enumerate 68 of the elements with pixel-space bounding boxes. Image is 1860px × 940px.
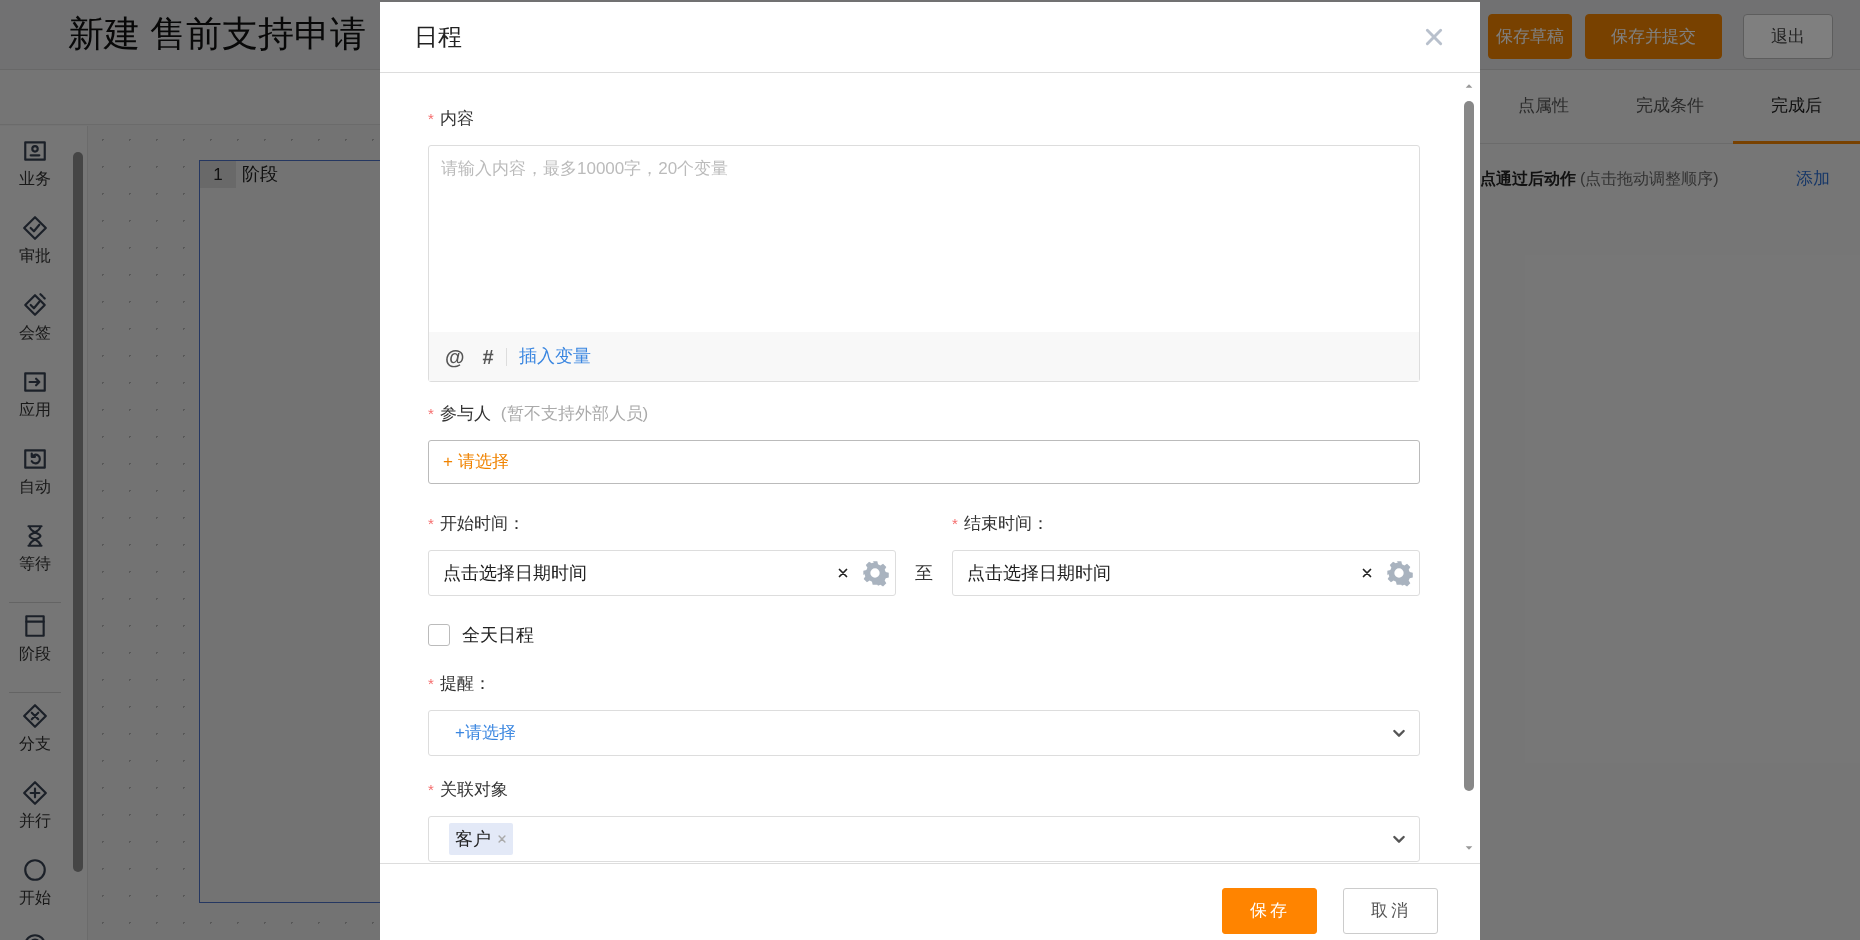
tool-label[interactable]: 分支 (19, 733, 51, 755)
tab[interactable]: 完成条件 (1606, 70, 1734, 144)
required-mark: * (428, 403, 434, 424)
reminder-select[interactable]: +请选择 (428, 710, 1420, 756)
field-label: 参与人 (439, 403, 491, 426)
datetime-field[interactable]: 点击选择日期时间 (428, 550, 896, 596)
save-button[interactable]: 保存草稿 (1488, 14, 1572, 59)
range-separator: 至 (914, 562, 934, 585)
arrow-box-icon (22, 369, 48, 395)
content-editor[interactable]: 请输入内容，最多10000字，20个变量 @ # 插入变量 (428, 145, 1420, 382)
diamond-check-icon (22, 292, 48, 318)
diamond-check-icon (22, 215, 48, 241)
id-card-icon (22, 138, 48, 164)
field-label: 开始时间： (439, 513, 525, 536)
add-link[interactable]: 添加 (1796, 166, 1830, 192)
required-mark: * (428, 108, 434, 129)
panel-icon (22, 613, 48, 639)
related-object-select[interactable]: 客户 (428, 816, 1420, 862)
scrollbar-thumb[interactable] (1464, 101, 1474, 791)
required-mark: * (428, 673, 434, 694)
field-label: 关联对象 (439, 779, 508, 802)
field-hint: (暂不支持外部人员) (500, 403, 649, 426)
remove-icon (497, 834, 507, 844)
tool-label[interactable]: 会签 (19, 322, 51, 344)
save-button[interactable]: 保存并提交 (1585, 14, 1722, 59)
tool-label[interactable]: 并行 (19, 810, 51, 832)
clear-icon (1361, 567, 1373, 579)
checkbox[interactable] (428, 624, 450, 646)
field-label: 内容 (439, 108, 474, 131)
scrollbar-thumb[interactable] (73, 152, 83, 872)
tab[interactable]: 点属性 (1480, 70, 1607, 144)
tool-label[interactable]: 等待 (19, 553, 51, 575)
circle-icon (22, 857, 48, 883)
tab[interactable]: 完成后 (1733, 70, 1860, 144)
field-label: 提醒： (439, 673, 491, 696)
participant-picker[interactable]: + 请选择 (428, 440, 1420, 484)
format-button[interactable]: @ (445, 341, 465, 372)
diamond-x-icon (22, 703, 48, 729)
tool-label[interactable]: 审批 (19, 245, 51, 267)
diamond-plus-icon (22, 780, 48, 806)
stage-label: 阶段 (242, 163, 278, 186)
tool-label[interactable]: 自动 (19, 476, 51, 498)
exit-button[interactable]: 退出 (1743, 14, 1833, 59)
stage-number: 1 (200, 161, 236, 188)
field-label: 结束时间： (963, 513, 1049, 536)
gear-icon (1385, 559, 1413, 587)
checkbox-label: 全天日程 (462, 623, 534, 647)
section-title: 点通过后动作 (1480, 169, 1576, 189)
cancel-button[interactable]: 取消 (1343, 888, 1438, 934)
tool-label[interactable]: 业务 (19, 168, 51, 190)
tag[interactable]: 客户 (449, 823, 513, 855)
section-hint: (点击拖动调整顺序) (1580, 169, 1719, 189)
required-mark: * (428, 779, 434, 800)
required-mark: * (428, 513, 434, 534)
format-button[interactable]: # (482, 341, 494, 372)
tool-label[interactable]: 开始 (19, 887, 51, 909)
tool-label[interactable]: 应用 (19, 399, 51, 421)
page-title: 新建 售前支持申请 (68, 12, 366, 56)
insert-variable-link[interactable]: 插入变量 (518, 343, 591, 370)
gear-icon (861, 559, 889, 587)
required-mark: * (952, 513, 958, 534)
save-button[interactable]: 保存 (1222, 888, 1317, 934)
tool-label[interactable]: 阶段 (19, 643, 51, 665)
refresh-box-icon (22, 446, 48, 472)
clear-icon (837, 567, 849, 579)
dialog-title: 日程 (414, 22, 462, 52)
datetime-field[interactable]: 点击选择日期时间 (952, 550, 1420, 596)
close-icon (1424, 27, 1444, 47)
